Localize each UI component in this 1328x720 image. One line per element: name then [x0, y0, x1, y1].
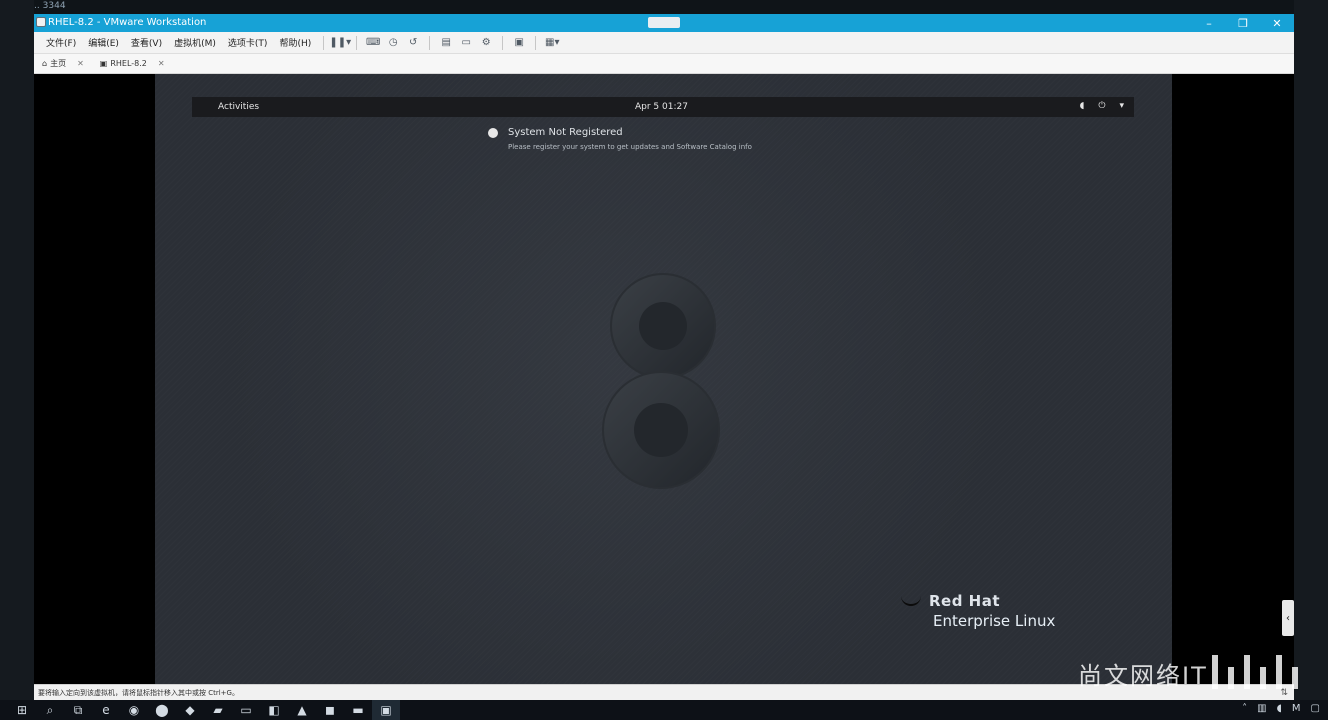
taskview-icon[interactable]: ⧉ [64, 700, 92, 720]
window-title: RHEL-8.2 - VMware Workstation [48, 17, 207, 28]
side-panel-toggle[interactable]: ‹ [1282, 600, 1294, 636]
vm-icon: ▣ [99, 59, 108, 68]
windows-icon[interactable]: ⊞ [8, 700, 36, 720]
redhat-wordmark: Red Hat [929, 592, 1001, 610]
chevron-up-icon[interactable]: ˄ [1242, 703, 1247, 714]
close-button[interactable]: ✕ [1260, 14, 1294, 32]
edge-icon[interactable]: e [92, 700, 120, 720]
logo-stroke [1292, 667, 1298, 689]
outer-desktop-right [1294, 0, 1328, 700]
vmware-app-icon [36, 17, 46, 27]
gnome-top-bar: Activities Apr 5 01:27 ◖ ⏻ ▾ [192, 97, 1134, 117]
tab-bar: ⌂ 主页 ✕ ▣ RHEL-8.2 ✕ [34, 54, 1294, 74]
app-icon[interactable]: ▭ [232, 700, 260, 720]
app-icon[interactable]: ▰ [204, 700, 232, 720]
chevron-left-icon: ‹ [1286, 612, 1290, 624]
manage-icon[interactable]: ▤ [436, 35, 456, 51]
unity-icon[interactable]: ⚙ [476, 35, 496, 51]
logo-stroke [1244, 655, 1250, 689]
console-icon[interactable]: ▣ [509, 35, 529, 51]
window-controls: – ❐ ✕ [1192, 14, 1294, 32]
menu-bar: 文件(F) 编辑(E) 查看(V) 虚拟机(M) 选项卡(T) 帮助(H) ❚❚… [34, 32, 1294, 54]
browser-icon[interactable]: ◉ [120, 700, 148, 720]
product-name: Enterprise Linux [933, 612, 1056, 630]
tab-label: RHEL-8.2 [110, 59, 147, 68]
chevron-down-icon: ▾ [1119, 101, 1124, 111]
system-menu[interactable]: ◖ ⏻ ▾ [1080, 101, 1124, 111]
rhel-8-logo [602, 273, 720, 489]
notification-body: Please register your system to get updat… [508, 143, 752, 151]
title-bar[interactable]: RHEL-8.2 - VMware Workstation – ❐ ✕ [34, 14, 1294, 32]
windows-taskbar: ⊞ ⌕ ⧉ e ◉ ⬤ ◆ ▰ ▭ ◧ ▲ ◼ ▬ ▣ ˄ ▥ ◖ M ▢ [0, 700, 1328, 720]
status-text: 要将输入定向到该虚拟机，请将鼠标指针移入其中或按 Ctrl+G。 [38, 688, 239, 697]
ime-icon[interactable]: M [1292, 703, 1301, 714]
app-icon[interactable]: ◆ [176, 700, 204, 720]
toolbar-separator [323, 35, 325, 50]
maximize-button[interactable]: ❐ [1226, 14, 1260, 32]
app-icon[interactable]: ⬤ [148, 700, 176, 720]
speaker-icon: ◖ [1079, 101, 1085, 111]
send-keys-icon[interactable]: ⌨ [363, 35, 383, 51]
tab-vm[interactable]: ▣ RHEL-8.2 ✕ [92, 54, 173, 74]
pause-icon[interactable]: ❚❚▾ [329, 35, 351, 51]
tab-label: 主页 [50, 59, 67, 68]
menu-view[interactable]: 查看(V) [125, 36, 168, 49]
toolbar-separator [502, 35, 504, 50]
close-icon[interactable]: ✕ [158, 59, 165, 68]
menu-tabs[interactable]: 选项卡(T) [222, 36, 274, 49]
watermark-text: 尚文网络IT [1078, 662, 1208, 690]
activities-button[interactable]: Activities [218, 102, 259, 112]
system-tray: ˄ ▥ ◖ M ▢ [1242, 703, 1320, 714]
app-icon[interactable]: ◧ [260, 700, 288, 720]
revert-icon[interactable]: ↺ [403, 35, 423, 51]
toolbar-separator [356, 35, 358, 50]
network-icon[interactable]: ▥ [1257, 703, 1266, 714]
toolbar-separator [429, 35, 431, 50]
menu-edit[interactable]: 编辑(E) [82, 36, 125, 49]
minimize-button[interactable]: – [1192, 14, 1226, 32]
view-icon[interactable]: ▦▾ [542, 35, 562, 51]
notification-icon [488, 128, 498, 138]
app-icon[interactable]: ◼ [316, 700, 344, 720]
tab-home[interactable]: ⌂ 主页 ✕ [34, 54, 92, 74]
notification-title: System Not Registered [508, 127, 623, 138]
close-icon[interactable]: ✕ [77, 59, 84, 68]
app-icon[interactable]: ▲ [288, 700, 316, 720]
vm-console[interactable]: Activities Apr 5 01:27 ◖ ⏻ ▾ System Not … [155, 74, 1172, 685]
toolbar-separator [535, 35, 537, 50]
home-icon: ⌂ [42, 59, 48, 68]
menu-help[interactable]: 帮助(H) [273, 36, 317, 49]
vmware-window: RHEL-8.2 - VMware Workstation – ❐ ✕ 文件(F… [34, 14, 1294, 700]
notification-icon[interactable]: ▢ [1311, 703, 1320, 714]
menu-file[interactable]: 文件(F) [40, 36, 82, 49]
search-icon[interactable]: ⌕ [36, 700, 64, 720]
notification[interactable]: System Not Registered Please register yo… [478, 121, 798, 159]
power-icon: ⏻ [1098, 101, 1106, 111]
bilibili-logo [1206, 651, 1306, 691]
menu-vm[interactable]: 虚拟机(M) [168, 36, 222, 49]
vmware-icon[interactable]: ▣ [372, 700, 400, 720]
outer-desktop-left [0, 0, 34, 700]
clock[interactable]: Apr 5 01:27 [635, 102, 688, 112]
title-mini-button[interactable] [648, 17, 680, 28]
logo-stroke [1212, 655, 1218, 689]
logo-stroke [1228, 667, 1234, 689]
logo-stroke [1276, 655, 1282, 689]
fullscreen-icon[interactable]: ▭ [456, 35, 476, 51]
logo-stroke [1260, 667, 1266, 689]
snapshot-icon[interactable]: ◷ [383, 35, 403, 51]
speaker-icon[interactable]: ◖ [1277, 703, 1282, 714]
outer-desktop-topbar: A N 3 ... 3344 ᐯ ☐ [0, 0, 1328, 14]
app-icon[interactable]: ▬ [344, 700, 372, 720]
